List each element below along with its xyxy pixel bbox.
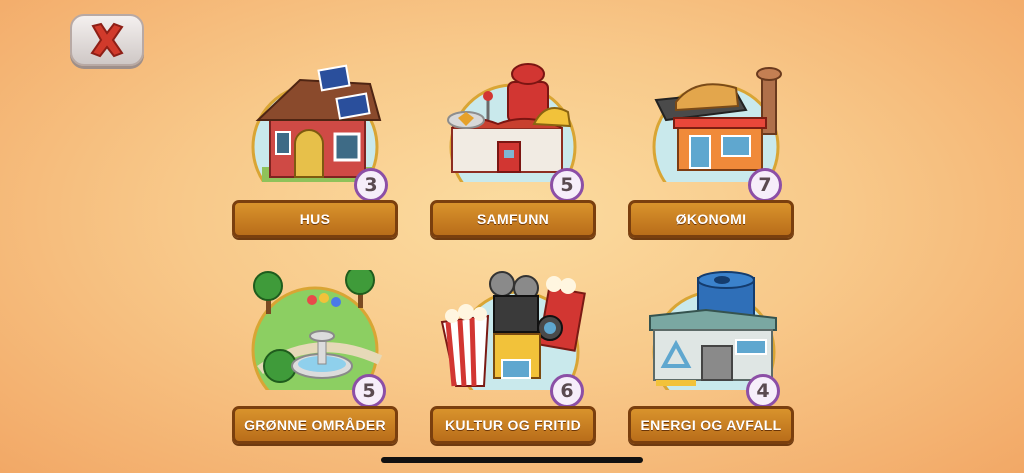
level-count-badge: 4 [746, 374, 780, 408]
category-label-energi-og-avfall[interactable]: ENERGI OG AVFALL [628, 406, 794, 444]
level-count-badge: 5 [550, 168, 584, 202]
category-label-okonomi[interactable]: ØKONOMI [628, 200, 794, 238]
category-label-gronne-omrader[interactable]: GRØNNE OMRÅDER [232, 406, 398, 444]
level-count-badge: 6 [550, 374, 584, 408]
recycling-station-icon [649, 271, 777, 390]
cinema-popcorn-icon [440, 271, 586, 390]
close-button[interactable] [70, 14, 144, 66]
category-tile-hus[interactable]: 3 HUS [232, 62, 400, 238]
category-label-samfunn[interactable]: SAMFUNN [430, 200, 596, 238]
level-count-badge: 7 [748, 168, 782, 202]
bakery-shop-icon [652, 67, 782, 182]
category-tile-gronne-omrader[interactable]: 5 GRØNNE OMRÅDER [232, 270, 400, 444]
park-fountain-icon [251, 270, 383, 390]
category-label-kultur-og-fritid[interactable]: KULTUR OG FRITID [430, 406, 596, 444]
level-count-badge: 3 [354, 168, 388, 202]
home-indicator-bar[interactable] [381, 457, 643, 463]
category-label-hus[interactable]: HUS [232, 200, 398, 238]
house-icon [251, 64, 382, 182]
category-tile-samfunn[interactable]: 5 SAMFUNN [430, 62, 598, 238]
category-tile-okonomi[interactable]: 7 ØKONOMI [628, 62, 796, 238]
category-tile-energi-og-avfall[interactable]: 4 ENERGI OG AVFALL [628, 270, 796, 444]
fire-station-icon [447, 63, 577, 182]
close-x-icon [90, 22, 124, 58]
level-count-badge: 5 [352, 374, 386, 408]
category-tile-kultur-og-fritid[interactable]: 6 KULTUR OG FRITID [430, 270, 598, 444]
